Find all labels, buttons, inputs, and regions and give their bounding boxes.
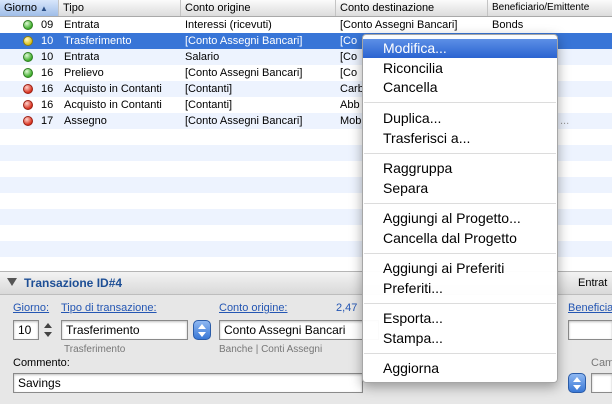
transaction-type-subtitle: Trasferimento xyxy=(64,344,126,355)
day-stepper[interactable] xyxy=(42,320,54,340)
cell-origin: [Conto Assegni Bancari] xyxy=(185,115,303,127)
origin-account-label[interactable]: Conto origine: xyxy=(219,302,288,314)
status-pending-icon xyxy=(23,36,33,46)
origin-account-field[interactable]: Conto Assegni Bancari xyxy=(219,320,379,340)
cell-destination: [Conto Assegni Bancari] xyxy=(340,19,458,31)
comment-field[interactable]: Savings xyxy=(13,373,363,393)
cell-origin: [Conto Assegni Bancari] xyxy=(185,35,303,47)
column-header-destination[interactable]: Conto destinazione xyxy=(336,0,488,16)
cell-destination: [Co xyxy=(340,35,358,47)
cell-origin: Salario xyxy=(185,51,220,63)
stepper-down-icon xyxy=(44,332,52,337)
menu-item-aggiungi-progetto[interactable]: Aggiungi al Progetto... xyxy=(363,209,557,228)
day-label[interactable]: Giorno: xyxy=(13,302,49,314)
sort-ascending-icon: ▲ xyxy=(40,4,48,13)
origin-account-subtitle: Banche | Conti Assegni xyxy=(219,344,323,355)
cell-day: 16 xyxy=(41,99,54,111)
menu-separator xyxy=(364,253,556,254)
status-cleared-icon xyxy=(23,52,33,62)
cell-type: Prelievo xyxy=(64,67,104,79)
popup-down-icon xyxy=(573,385,581,390)
popup-up-icon xyxy=(198,324,206,329)
cell-type: Entrata xyxy=(64,19,100,31)
payee-field[interactable] xyxy=(568,320,612,340)
cell-origin: Interessi (ricevuti) xyxy=(185,19,272,31)
cell-type: Acquisto in Contanti xyxy=(64,99,162,111)
stepper-up-icon xyxy=(44,323,52,328)
cell-day: 09 xyxy=(41,19,54,31)
status-uncleared-icon xyxy=(23,100,33,110)
cell-day: 10 xyxy=(41,35,54,47)
menu-item-esporta[interactable]: Esporta... xyxy=(363,309,557,328)
transaction-type-label[interactable]: Tipo di transazione: xyxy=(61,302,157,314)
status-cleared-icon xyxy=(23,68,33,78)
menu-item-cancella[interactable]: Cancella xyxy=(363,78,557,97)
cell-destination: Carb xyxy=(340,83,364,95)
detail-panel-title: Transazione ID#4 xyxy=(24,276,123,290)
status-uncleared-icon xyxy=(23,116,33,126)
menu-item-cancella-progetto[interactable]: Cancella dal Progetto xyxy=(363,229,557,248)
cell-type: Acquisto in Contanti xyxy=(64,83,162,95)
menu-separator xyxy=(364,102,556,103)
detail-panel-right-label: Entrat xyxy=(578,277,608,289)
menu-item-raggruppa[interactable]: Raggruppa xyxy=(363,159,557,178)
cell-origin: [Contanti] xyxy=(185,99,233,111)
comment-label: Commento: xyxy=(13,357,70,369)
column-header-type[interactable]: Tipo xyxy=(59,0,181,16)
column-header-payee[interactable]: Beneficiario/Emittente xyxy=(488,0,612,16)
cell-payee: Bonds xyxy=(492,19,524,31)
menu-item-modifica[interactable]: Modifica... xyxy=(363,39,557,58)
day-field[interactable]: 10 xyxy=(13,320,39,340)
status-uncleared-icon xyxy=(23,84,33,94)
column-header-day[interactable]: Giorno ▲ xyxy=(0,0,59,16)
table-header: Giorno ▲ Tipo Conto origine Conto destina… xyxy=(0,0,612,17)
cell-day: 17 xyxy=(41,115,54,127)
payee-label[interactable]: Beneficia xyxy=(568,302,612,314)
popup-down-icon xyxy=(198,332,206,337)
status-cleared-icon xyxy=(23,20,33,30)
menu-item-stampa[interactable]: Stampa... xyxy=(363,329,557,348)
column-header-day-label: Giorno xyxy=(4,2,38,14)
menu-item-aggiungi-preferiti[interactable]: Aggiungi ai Preferiti xyxy=(363,259,557,278)
amount-fragment: 2,47 xyxy=(336,302,358,314)
cell-destination: [Co xyxy=(340,51,358,63)
transaction-type-field[interactable]: Trasferimento xyxy=(61,320,188,340)
cell-type: Entrata xyxy=(64,51,100,63)
menu-separator xyxy=(364,203,556,204)
menu-item-trasferisci[interactable]: Trasferisci a... xyxy=(363,129,557,148)
cell-origin: [Conto Assegni Bancari] xyxy=(185,67,303,79)
cell-day: 16 xyxy=(41,83,54,95)
cell-destination: Abb xyxy=(340,99,360,111)
table-row[interactable]: 09 Entrata Interessi (ricevuti) [Conto A… xyxy=(0,17,612,33)
menu-separator xyxy=(364,303,556,304)
category-popup-button[interactable] xyxy=(568,373,586,393)
menu-item-riconcilia[interactable]: Riconcilia xyxy=(363,59,557,78)
cell-type: Trasferimento xyxy=(64,35,132,47)
cell-payee: ... xyxy=(560,115,570,127)
menu-item-separa[interactable]: Separa xyxy=(363,179,557,198)
column-header-origin[interactable]: Conto origine xyxy=(181,0,336,16)
cell-day: 16 xyxy=(41,67,54,79)
cell-destination: [Co xyxy=(340,67,358,79)
menu-item-duplica[interactable]: Duplica... xyxy=(363,109,557,128)
right-field-label: Cam xyxy=(591,357,612,369)
cell-origin: [Contanti] xyxy=(185,83,233,95)
cell-type: Assegno xyxy=(64,115,107,127)
disclosure-triangle-icon[interactable] xyxy=(7,278,17,286)
menu-separator xyxy=(364,353,556,354)
transaction-type-popup-button[interactable] xyxy=(193,320,211,340)
context-menu: Modifica... Riconcilia Cancella Duplica.… xyxy=(362,34,558,383)
menu-item-preferiti[interactable]: Preferiti... xyxy=(363,279,557,298)
menu-separator xyxy=(364,153,556,154)
menu-item-aggiorna[interactable]: Aggiorna xyxy=(363,359,557,378)
cell-destination: Mob xyxy=(340,115,362,127)
right-field[interactable] xyxy=(591,373,612,393)
popup-up-icon xyxy=(573,377,581,382)
cell-day: 10 xyxy=(41,51,54,63)
